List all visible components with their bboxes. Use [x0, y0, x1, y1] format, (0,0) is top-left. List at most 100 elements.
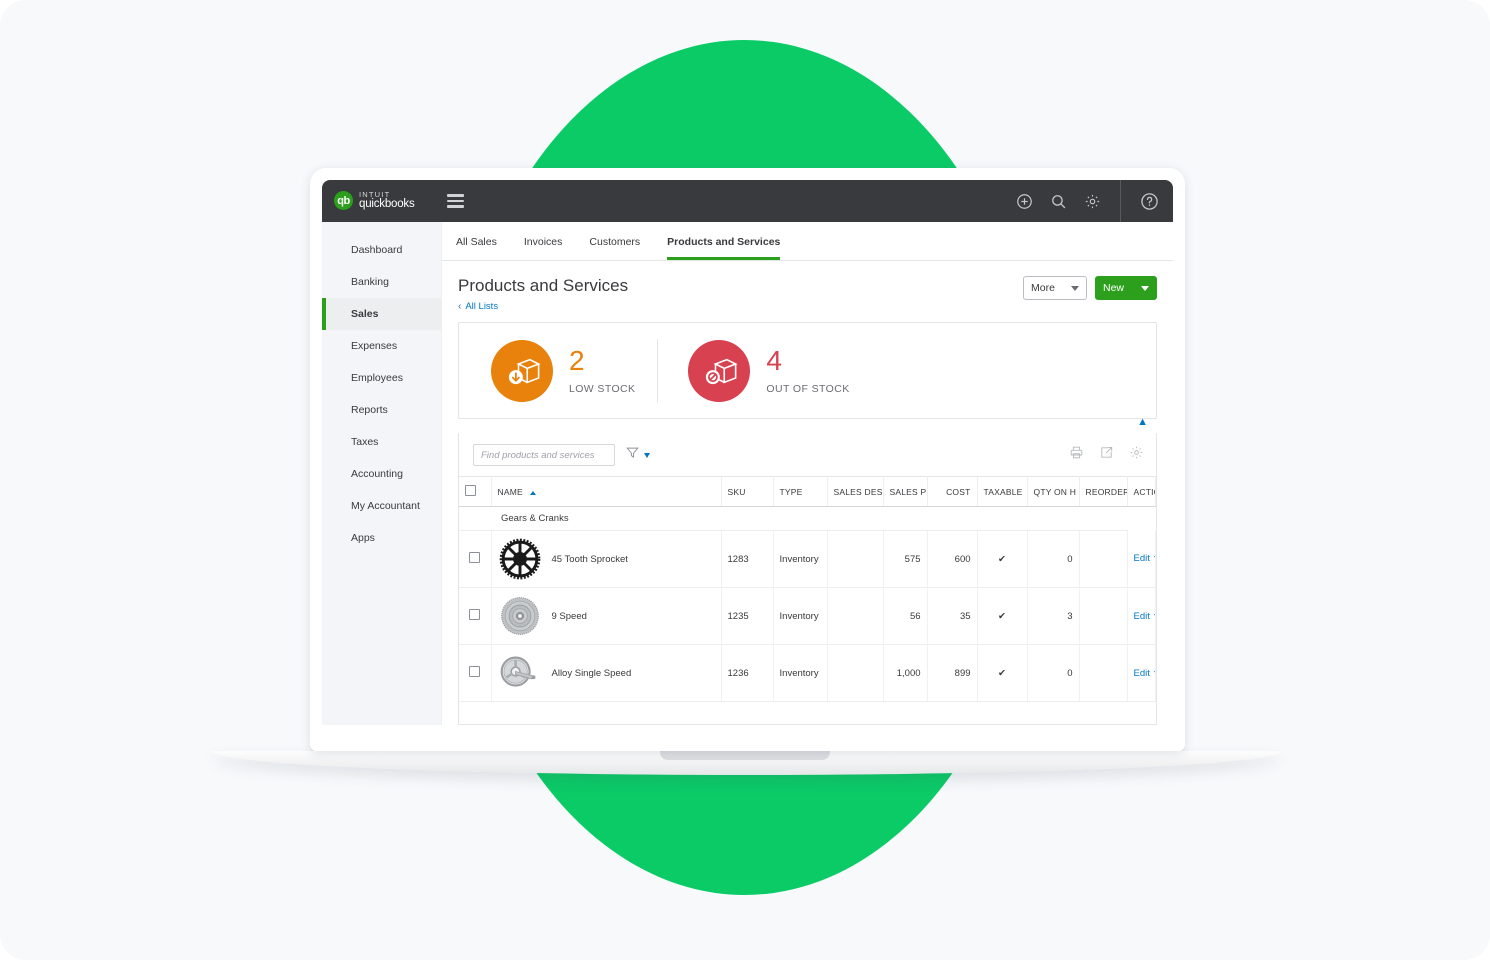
product-type: Inventory [773, 530, 828, 588]
chevron-down-icon [1141, 285, 1149, 291]
table-toolbar [459, 433, 1156, 476]
table-row[interactable]: 9 Speed 1235 Inventory 56 35 ✔ 3 Edit [459, 587, 1156, 645]
page-header-titles: Products and Services ‹ All Lists [458, 276, 628, 312]
more-button[interactable]: More [1023, 276, 1087, 300]
breadcrumb-all-lists[interactable]: ‹ All Lists [458, 301, 628, 312]
low-stock-card[interactable]: 2 LOW STOCK [459, 339, 657, 403]
sidebar-item-accounting[interactable]: Accounting [322, 458, 441, 490]
row-select-cell [459, 587, 492, 645]
column-header-cost[interactable]: COST [927, 476, 978, 507]
product-taxable: ✔ [977, 530, 1028, 588]
gear-icon[interactable] [1129, 445, 1144, 465]
search-icon[interactable] [1050, 193, 1067, 210]
product-name: 45 Tooth Sprocket [551, 553, 628, 565]
table-row[interactable]: 45 Tooth Sprocket 1283 Inventory 575 600… [459, 530, 1156, 588]
quickbooks-logo-text: intuit quickbooks [359, 191, 415, 210]
tab-products-and-services[interactable]: Products and Services [667, 236, 781, 260]
row-checkbox[interactable] [469, 666, 481, 677]
chevron-down-icon[interactable] [1153, 670, 1155, 676]
collapse-panel-chevron-up-icon[interactable]: ▲ [1137, 417, 1148, 428]
product-reorder-point [1079, 530, 1128, 588]
edit-link[interactable]: Edit [1134, 553, 1150, 564]
sidebar-item-reports[interactable]: Reports [322, 394, 441, 426]
column-header-name[interactable]: NAME [491, 476, 722, 507]
select-all-checkbox[interactable] [465, 485, 476, 496]
product-type: Inventory [773, 587, 828, 645]
column-header-label: TYPE [779, 486, 803, 497]
tab-all-sales[interactable]: All Sales [456, 236, 497, 260]
quickbooks-logo[interactable]: qb intuit quickbooks [334, 191, 415, 211]
sidebar-item-sales[interactable]: Sales [322, 298, 441, 330]
tab-label: All Sales [456, 236, 497, 248]
hamburger-menu-icon[interactable] [446, 194, 464, 208]
breadcrumb-label: All Lists [465, 301, 499, 312]
column-header-reorder-point[interactable]: REORDER [1079, 476, 1128, 507]
app-body: Dashboard Banking Sales Expenses Employe… [322, 222, 1173, 725]
edit-link[interactable]: Edit [1134, 668, 1150, 679]
chevron-left-icon: ‹ [458, 301, 462, 312]
row-action-cell: Edit [1127, 530, 1156, 588]
column-header-sales-description[interactable]: SALES DES [827, 476, 884, 507]
row-checkbox[interactable] [469, 609, 481, 620]
tab-invoices[interactable]: Invoices [524, 236, 563, 260]
filter-control[interactable] [625, 445, 650, 465]
sidebar-item-banking[interactable]: Banking [322, 266, 441, 298]
product-taxable: ✔ [977, 587, 1028, 645]
sidebar-item-employees[interactable]: Employees [322, 362, 441, 394]
printer-icon[interactable] [1069, 445, 1084, 465]
row-select-cell [459, 530, 492, 588]
product-cost: 600 [927, 530, 978, 588]
page-stage: qb intuit quickbooks [0, 0, 1490, 960]
hamburger-line [446, 205, 464, 208]
laptop-base-notch [660, 751, 830, 760]
help-circle-icon[interactable] [1140, 192, 1159, 211]
column-header-type[interactable]: TYPE [773, 476, 828, 507]
cassette-image [498, 594, 542, 638]
sidebar-item-dashboard[interactable]: Dashboard [322, 234, 441, 266]
hamburger-line [446, 199, 464, 203]
product-reorder-point [1079, 587, 1128, 645]
column-header-label: REORDER [1085, 486, 1128, 497]
chevron-down-icon [644, 452, 650, 458]
chevron-down-icon[interactable] [1153, 613, 1155, 619]
table-row[interactable]: Alloy Single Speed 1236 Inventory 1,000 … [459, 644, 1156, 702]
column-header-taxable[interactable]: TAXABLE [977, 476, 1028, 507]
sprocket-wheel-image [498, 537, 542, 581]
product-cost: 899 [927, 644, 978, 702]
column-header-qty-on-hand[interactable]: QTY ON H [1027, 476, 1080, 507]
column-header-label: COST [946, 486, 971, 497]
sidebar-item-taxes[interactable]: Taxes [322, 426, 441, 458]
out-of-stock-card[interactable]: 4 OUT OF STOCK [657, 338, 871, 403]
topbar-actions [1016, 180, 1159, 222]
sidebar-item-apps[interactable]: Apps [322, 522, 441, 554]
product-name-cell: 9 Speed [491, 587, 722, 645]
column-header-label: QTY ON H [1033, 486, 1077, 497]
product-qty-on-hand: 0 [1027, 530, 1080, 588]
quickbooks-wordmark: quickbooks [359, 197, 415, 210]
product-sales-description [827, 587, 884, 645]
low-stock-count: 2 [569, 344, 585, 376]
column-header-sales-price[interactable]: SALES PRIC [883, 476, 928, 507]
new-button[interactable]: New [1095, 276, 1157, 300]
quickbooks-logo-mark: qb [334, 191, 353, 211]
app-topbar: qb intuit quickbooks [322, 180, 1173, 222]
out-of-stock-text: 4 OUT OF STOCK [766, 346, 849, 395]
tab-customers[interactable]: Customers [589, 236, 640, 260]
product-sku: 1235 [721, 587, 774, 645]
sidebar-item-label: Expenses [351, 340, 398, 352]
low-stock-text: 2 LOW STOCK [569, 344, 635, 395]
product-sales-description [827, 644, 884, 702]
plus-circle-icon[interactable] [1016, 193, 1033, 210]
product-cost: 35 [927, 587, 978, 645]
sidebar-item-expenses[interactable]: Expenses [322, 330, 441, 362]
products-table-panel: NAME SKU TYPE SALES DES SALES PRIC COST … [458, 433, 1157, 725]
search-input[interactable] [473, 444, 615, 466]
edit-link[interactable]: Edit [1134, 611, 1150, 622]
export-icon[interactable] [1099, 445, 1114, 465]
gear-icon[interactable] [1084, 193, 1101, 210]
chevron-down-icon[interactable] [1153, 556, 1155, 562]
column-header-sku[interactable]: SKU [721, 476, 774, 507]
sidebar-item-label: Sales [351, 308, 379, 320]
sidebar-item-my-accountant[interactable]: My Accountant [322, 490, 441, 522]
row-checkbox[interactable] [469, 552, 481, 563]
